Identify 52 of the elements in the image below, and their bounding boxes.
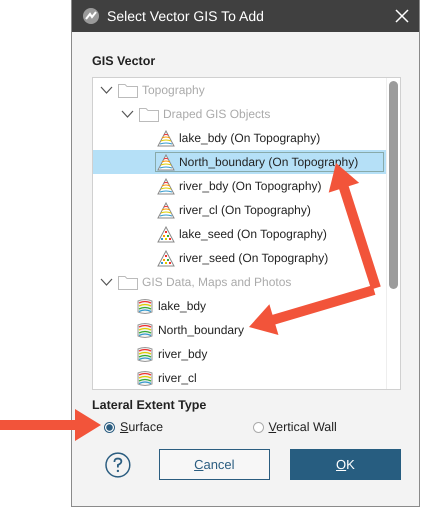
tree-row[interactable]: lake_seed (On Topography)	[93, 222, 386, 246]
contour-triangle-icon	[157, 154, 175, 170]
folder-icon	[139, 106, 159, 122]
radio-option[interactable]: Surface	[104, 420, 252, 434]
chevron-down-icon[interactable]	[100, 86, 113, 94]
item-label: North_boundary	[158, 323, 244, 337]
layers-icon	[136, 322, 154, 338]
tree-row[interactable]: river_cl	[93, 366, 386, 389]
tree-row[interactable]: river_cl (On Topography)	[93, 198, 386, 222]
close-icon[interactable]	[395, 9, 409, 23]
contour-triangle-icon	[157, 130, 175, 146]
chevron-down-icon[interactable]	[121, 110, 134, 118]
contour-triangle-icon	[157, 178, 175, 194]
tree-row[interactable]: lake_bdy	[93, 294, 386, 318]
item-label: river_cl	[158, 371, 197, 385]
folder-label: Topography	[142, 83, 205, 97]
ok-button[interactable]: OK	[290, 449, 401, 480]
help-icon[interactable]	[105, 452, 131, 478]
layers-icon	[136, 370, 154, 386]
item-label: river_seed (On Topography)	[179, 251, 328, 265]
radio-option[interactable]: Vertical Wall	[252, 420, 401, 434]
tree-row[interactable]: North_boundary	[93, 318, 386, 342]
chevron-down-icon[interactable]	[100, 278, 113, 286]
radio-icon[interactable]	[252, 422, 264, 432]
layers-icon	[136, 346, 154, 362]
tree-row[interactable]: North_boundary (On Topography)	[93, 150, 386, 174]
dotted-triangle-icon	[157, 226, 175, 242]
scrollbar-thumb[interactable]	[389, 81, 398, 289]
item-label: river_bdy (On Topography)	[179, 179, 322, 193]
folder-icon	[118, 274, 138, 290]
item-label: lake_seed (On Topography)	[179, 227, 327, 241]
tree-row[interactable]: river_bdy	[93, 342, 386, 366]
cancel-button[interactable]: Cancel	[158, 449, 270, 480]
folder-label: GIS Data, Maps and Photos	[142, 275, 292, 289]
item-label: river_bdy	[158, 347, 208, 361]
tree-row[interactable]: lake_bdy (On Topography)	[93, 126, 386, 150]
item-label: lake_bdy (On Topography)	[179, 131, 320, 145]
radio-icon[interactable]	[104, 422, 115, 432]
section-label: Lateral Extent Type	[92, 398, 208, 412]
folder-icon	[118, 82, 138, 98]
item-label: lake_bdy	[158, 299, 206, 313]
item-label: North_boundary (On Topography)	[179, 155, 358, 169]
layers-icon	[136, 298, 154, 314]
window-title: Select Vector GIS To Add	[107, 8, 265, 24]
contour-triangle-icon	[157, 202, 175, 218]
dotted-triangle-icon	[157, 250, 175, 266]
tree-row[interactable]: river_bdy (On Topography)	[93, 174, 386, 198]
section-label: GIS Vector	[92, 54, 156, 68]
app-icon	[83, 8, 99, 24]
item-label: river_cl (On Topography)	[179, 203, 311, 217]
tree-row[interactable]: river_seed (On Topography)	[93, 246, 386, 270]
folder-label: Draped GIS Objects	[163, 107, 270, 121]
